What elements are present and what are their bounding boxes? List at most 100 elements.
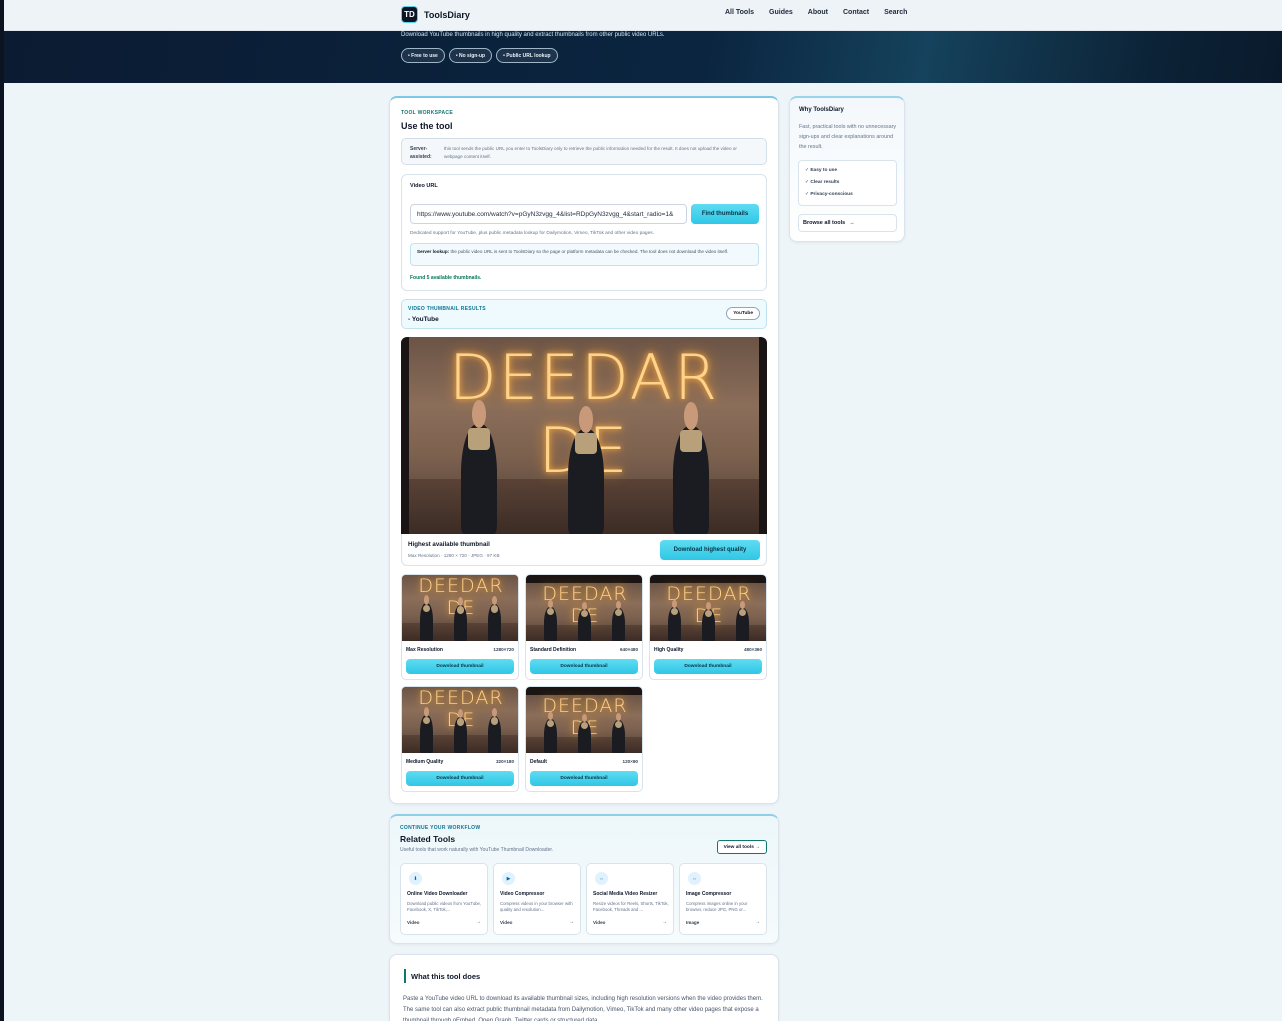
tile-name: Standard Definition bbox=[530, 647, 577, 653]
tool-workspace-card: TOOL WORKSPACE Use the tool Server-assis… bbox=[389, 96, 779, 804]
nav-all-tools[interactable]: All Tools bbox=[725, 9, 754, 16]
related-title: Related Tools bbox=[400, 834, 456, 844]
thumbnail-figure bbox=[736, 600, 749, 641]
related-tool-name: Online Video Downloader bbox=[407, 891, 468, 897]
thumbnail-figure bbox=[568, 405, 604, 534]
tile-size: 320×180 bbox=[495, 759, 514, 764]
thumbnail-figure bbox=[612, 712, 625, 753]
tile-size: 480×360 bbox=[743, 647, 762, 652]
highest-meta: Max Resolution · 1280 × 720 · JPEG · 97 … bbox=[408, 553, 500, 558]
feature-list: ✓ Easy to use ✓ Clear results ✓ Privacy-… bbox=[798, 160, 897, 206]
thumbnail-figure bbox=[544, 711, 557, 753]
workspace-eyebrow: TOOL WORKSPACE bbox=[401, 110, 453, 116]
thumbnail-figure bbox=[461, 399, 497, 534]
thumbnail-figure bbox=[612, 600, 625, 641]
tile-size: 640×480 bbox=[619, 647, 638, 652]
browse-all-tools-link[interactable]: Browse all tools → bbox=[798, 214, 897, 232]
thumbnail-tile: DEEDAR DE Standard Definition 640×480 Do… bbox=[525, 574, 643, 680]
arrow-right-icon: → bbox=[476, 919, 481, 925]
related-tool-desc: Download public videos from YouTube, Fac… bbox=[407, 901, 482, 912]
view-all-tools-button[interactable]: View all tools → bbox=[716, 840, 767, 854]
related-tool-desc: Compress videos in your browser with qua… bbox=[500, 901, 573, 912]
tile-preview: DEEDAR DE bbox=[402, 687, 518, 753]
download-thumbnail-button[interactable]: Download thumbnail bbox=[406, 659, 514, 674]
thumbnail-tile: DEEDAR DE High Quality 480×360 Download … bbox=[649, 574, 767, 680]
tile-preview: DEEDAR DE bbox=[402, 575, 518, 641]
hero-pills: • Free to use • No sign-up • Public URL … bbox=[401, 48, 558, 63]
tile-name: High Quality bbox=[654, 647, 684, 653]
highest-title: Highest available thumbnail bbox=[408, 541, 490, 548]
thumbnail-tile: DEEDAR DE Medium Quality 320×180 Downloa… bbox=[401, 686, 519, 792]
platform-badge: YouTube bbox=[726, 307, 760, 320]
related-tool-category: Video bbox=[593, 920, 606, 925]
site-logo[interactable]: TD ToolsDiary bbox=[401, 6, 470, 23]
tile-size: 120×90 bbox=[622, 759, 638, 764]
brand-name: ToolsDiary bbox=[424, 9, 470, 20]
download-thumbnail-button[interactable]: Download thumbnail bbox=[406, 771, 514, 786]
related-tool-category: Video bbox=[500, 920, 513, 925]
related-tool-desc: Resize videos for Reels, Shorts, TikTok,… bbox=[593, 901, 669, 912]
download-highest-button[interactable]: Download highest quality bbox=[660, 540, 760, 560]
server-notice: Server-assisted: this tool sends the pub… bbox=[401, 138, 767, 165]
window-edge bbox=[0, 0, 4, 1021]
results-eyebrow: VIDEO THUMBNAIL RESULTS bbox=[408, 306, 486, 312]
nav-contact[interactable]: Contact bbox=[843, 9, 869, 16]
related-tool-image-compressor[interactable]: ⇔ Image Compressor Compress images onlin… bbox=[679, 863, 767, 935]
download-icon: ⬇ bbox=[409, 872, 422, 885]
related-tool-category: Image bbox=[686, 920, 700, 925]
pill-public-url: • Public URL lookup bbox=[496, 48, 558, 63]
hero-subtitle: Download YouTube thumbnails in high qual… bbox=[401, 32, 665, 38]
nav-guides[interactable]: Guides bbox=[769, 9, 793, 16]
download-thumbnail-button[interactable]: Download thumbnail bbox=[654, 659, 762, 674]
url-label: Video URL bbox=[410, 183, 438, 189]
url-form: Video URL Find thumbnails Dedicated supp… bbox=[401, 174, 767, 291]
play-icon: ▶ bbox=[502, 872, 515, 885]
resize-icon: ⇔ bbox=[595, 872, 608, 885]
url-help-text: Dedicated support for YouTube, plus publ… bbox=[410, 231, 654, 236]
sidebar-title: Why ToolsDiary bbox=[799, 107, 844, 113]
download-thumbnail-button[interactable]: Download thumbnail bbox=[530, 659, 638, 674]
download-thumbnail-button[interactable]: Download thumbnail bbox=[530, 771, 638, 786]
thumbnail-figure bbox=[420, 706, 433, 753]
hero-banner: Download YouTube thumbnails in high qual… bbox=[4, 31, 1282, 83]
nav-about[interactable]: About bbox=[808, 9, 828, 16]
tile-name: Medium Quality bbox=[406, 759, 444, 765]
workspace-title: Use the tool bbox=[401, 121, 453, 131]
find-thumbnails-button[interactable]: Find thumbnails bbox=[691, 204, 759, 224]
tile-preview: DEEDAR DE bbox=[526, 575, 642, 641]
resize-icon: ⇔ bbox=[688, 872, 701, 885]
highest-thumbnail-preview: DEEDAR DE bbox=[401, 337, 767, 534]
thumbnail-figure bbox=[578, 601, 591, 641]
tile-name: Default bbox=[530, 759, 547, 765]
server-lookup-notice: Server lookup: the public video URL is s… bbox=[410, 243, 759, 266]
related-tool-video-compressor[interactable]: ▶ Video Compressor Compress videos in yo… bbox=[493, 863, 581, 935]
found-status: Found 5 available thumbnails. bbox=[410, 275, 482, 281]
video-url-input[interactable] bbox=[410, 204, 687, 224]
results-header: VIDEO THUMBNAIL RESULTS - YouTube YouTub… bbox=[401, 299, 767, 329]
results-subtitle: - YouTube bbox=[408, 316, 439, 323]
logo-icon: TD bbox=[401, 6, 418, 23]
thumbnail-tile: DEEDAR DE Max Resolution 1280×720 Downlo… bbox=[401, 574, 519, 680]
highest-thumbnail-info: Highest available thumbnail Max Resoluti… bbox=[401, 534, 767, 566]
lookup-label: Server lookup: bbox=[417, 249, 450, 254]
pill-free: • Free to use bbox=[401, 48, 445, 63]
thumbnail-figure bbox=[673, 402, 709, 534]
related-eyebrow: CONTINUE YOUR WORKFLOW bbox=[400, 825, 481, 831]
arrow-right-icon: → bbox=[662, 919, 667, 925]
thumbnail-figure bbox=[578, 713, 591, 753]
pill-no-signup: • No sign-up bbox=[448, 48, 493, 63]
related-tool-video-downloader[interactable]: ⬇ Online Video Downloader Download publi… bbox=[400, 863, 488, 935]
related-tool-video-resizer[interactable]: ⇔ Social Media Video Resizer Resize vide… bbox=[586, 863, 674, 935]
thumbnail-figure bbox=[544, 599, 557, 641]
top-navbar: TD ToolsDiary All Tools Guides About Con… bbox=[4, 0, 1282, 31]
thumbnail-figure bbox=[702, 601, 715, 641]
thumbnail-figure bbox=[454, 709, 467, 753]
related-tools-card: CONTINUE YOUR WORKFLOW Related Tools Use… bbox=[389, 814, 779, 944]
nav-search[interactable]: Search bbox=[884, 9, 907, 16]
tile-preview: DEEDAR DE bbox=[650, 575, 766, 641]
thumbnail-figure bbox=[668, 599, 681, 641]
what-body: Paste a YouTube video URL to download it… bbox=[403, 996, 763, 1021]
thumbnail-figure bbox=[488, 595, 501, 641]
why-toolsdiary-card: Why ToolsDiary Fast, practical tools wit… bbox=[789, 96, 905, 242]
what-this-tool-does-card: What this tool does Paste a YouTube vide… bbox=[389, 954, 779, 1021]
